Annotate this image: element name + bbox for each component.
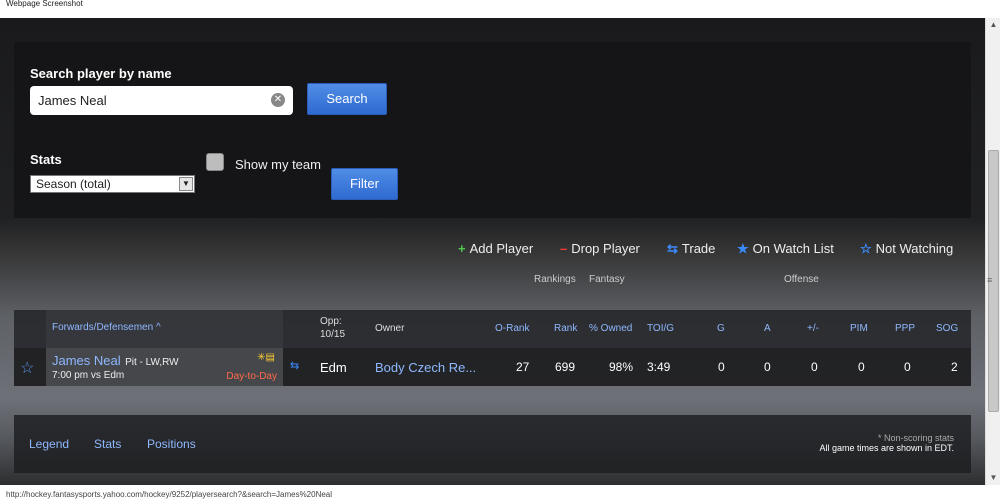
player-team-position: Pit - LW,RW <box>125 357 179 368</box>
plus-minus-header[interactable]: +/- <box>807 323 819 334</box>
pim-cell: 0 <box>858 360 865 374</box>
chevron-down-icon[interactable]: ▼ <box>179 177 193 191</box>
sog-header[interactable]: SOG <box>936 323 958 334</box>
resize-grip-icon: ≡ <box>987 275 993 285</box>
toi-cell: 3:49 <box>647 360 671 374</box>
search-panel: Search player by name James Neal ✕ Searc… <box>14 42 971 218</box>
toi-header[interactable]: TOI/G <box>647 323 674 334</box>
orank-cell: 27 <box>516 360 530 374</box>
star-filled-icon: ★ <box>737 241 749 256</box>
clear-icon[interactable]: ✕ <box>271 93 285 107</box>
stats-link[interactable]: Stats <box>94 437 121 451</box>
drop-player-action[interactable]: – Drop Player <box>560 241 640 256</box>
table-header: Forwards/Defensemen ^ Opp: 10/15 Owner O… <box>14 310 971 348</box>
player-name-link[interactable]: James Neal <box>52 353 121 368</box>
add-player-action[interactable]: + Add Player <box>458 241 533 256</box>
window-title: Webpage Screenshot <box>0 0 1000 18</box>
opp-header: Opp: <box>320 316 342 327</box>
search-input-value: James Neal <box>38 93 107 108</box>
search-button[interactable]: Search <box>307 83 387 115</box>
stats-label: Stats <box>30 152 62 167</box>
drop-player-label: Drop Player <box>571 241 640 256</box>
positions-link[interactable]: Positions <box>147 437 196 451</box>
trade-label: Trade <box>681 241 716 256</box>
watch-list-label: On Watch List <box>752 241 834 256</box>
stats-select[interactable]: Season (total) ▼ <box>30 175 195 193</box>
search-input[interactable]: James Neal ✕ <box>30 86 293 115</box>
fantasy-group-label: Fantasy <box>589 274 625 285</box>
page-viewport: Search player by name James Neal ✕ Searc… <box>0 18 985 485</box>
not-watching-action[interactable]: ☆ Not Watching <box>860 241 953 257</box>
owner-header[interactable]: Owner <box>375 323 404 334</box>
owned-header[interactable]: % Owned <box>589 323 632 334</box>
orank-header[interactable]: O-Rank <box>495 323 529 334</box>
ppp-cell: 0 <box>904 360 911 374</box>
assists-cell: 0 <box>764 360 771 374</box>
not-watching-label: Not Watching <box>875 241 954 256</box>
player-status: Day-to-Day <box>226 371 277 382</box>
minus-icon: – <box>560 241 568 256</box>
chevron-up-icon: ^ <box>155 322 161 333</box>
player-cell: James Neal Pit - LW,RW 7:00 pm vs Edm ✳▤… <box>46 348 283 386</box>
pim-header[interactable]: PIM <box>850 323 868 334</box>
add-player-label: Add Player <box>469 241 534 256</box>
trade-icon[interactable]: ⇆ <box>290 359 299 372</box>
show-my-team-checkbox[interactable] <box>206 153 224 171</box>
trade-action[interactable]: ⇆ Trade <box>667 241 715 257</box>
ppp-header[interactable]: PPP <box>895 323 915 334</box>
nonscoring-note: * Non-scoring stats <box>877 433 954 443</box>
scroll-up-icon[interactable]: ▲ <box>986 18 1000 32</box>
status-bar-url: http://hockey.fantasysports.yahoo.com/ho… <box>0 485 1000 503</box>
stats-select-value: Season (total) <box>36 177 111 191</box>
page-footer: Legend Stats Positions * Non-scoring sta… <box>14 415 971 473</box>
star-outline-icon: ☆ <box>860 241 872 256</box>
rankings-group-label: Rankings <box>534 274 576 285</box>
scroll-down-icon[interactable]: ▼ <box>986 471 1000 485</box>
forwards-defensemen-label: Forwards/Defensemen <box>52 322 154 333</box>
owned-cell: 98% <box>609 360 634 374</box>
forwards-defensemen-header[interactable]: Forwards/Defensemen ^ <box>46 310 283 348</box>
timezone-note: All game times are shown in EDT. <box>819 443 954 453</box>
offense-group-label: Offense <box>784 274 819 285</box>
opp-date: 10/15 <box>320 329 346 340</box>
watch-list-action[interactable]: ★ On Watch List <box>737 241 834 257</box>
search-label: Search player by name <box>30 66 172 81</box>
rank-cell: 699 <box>555 360 576 374</box>
filter-button[interactable]: Filter <box>331 168 398 200</box>
opp-cell: Edm <box>320 360 347 375</box>
vertical-scrollbar[interactable]: ▲ ▼ <box>985 18 1000 485</box>
footnote: * Non-scoring stats All game times are s… <box>819 433 954 453</box>
goals-header[interactable]: G <box>717 323 725 334</box>
owner-link[interactable]: Body Czech Re... <box>375 360 476 375</box>
table-row: ☆ James Neal Pit - LW,RW 7:00 pm vs Edm … <box>14 348 971 386</box>
goals-cell: 0 <box>718 360 725 374</box>
rank-header[interactable]: Rank <box>554 323 577 334</box>
show-my-team-label[interactable]: Show my team <box>235 157 321 172</box>
sog-cell: 2 <box>951 360 958 374</box>
legend-link[interactable]: Legend <box>29 437 69 451</box>
star-outline-icon[interactable]: ☆ <box>20 358 34 378</box>
assists-header[interactable]: A <box>764 323 771 334</box>
plus-minus-cell: 0 <box>811 360 818 374</box>
plus-icon: + <box>458 241 466 256</box>
trade-icon: ⇆ <box>667 241 678 256</box>
player-note-icon[interactable]: ✳▤ <box>257 352 275 363</box>
